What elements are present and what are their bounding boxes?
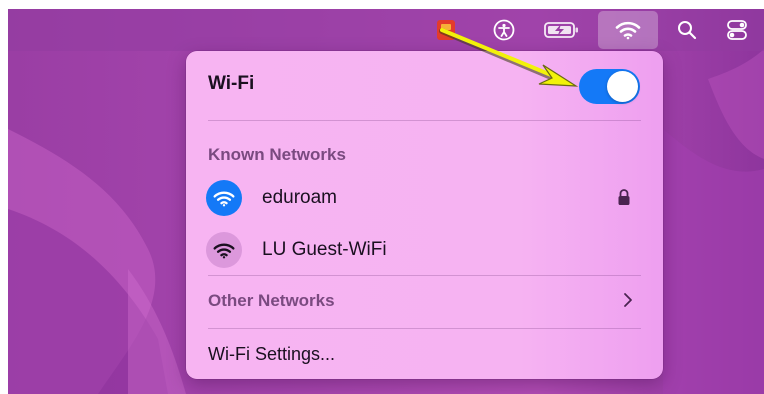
wifi-settings-label: Wi-Fi Settings... <box>208 344 336 364</box>
network-name: eduroam <box>262 187 337 208</box>
network-item-lu-guest-wifi[interactable]: LU Guest-WiFi <box>198 227 651 273</box>
wifi-menu-panel: Wi-Fi Known Networks eduroam LU Guest-Wi… <box>186 51 663 379</box>
wifi-settings-item[interactable]: Wi-Fi Settings... <box>198 334 651 374</box>
wifi-icon <box>206 180 242 216</box>
other-networks-label: Other Networks <box>208 291 335 310</box>
app-icon[interactable] <box>434 16 458 44</box>
control-center-icon[interactable] <box>724 16 750 44</box>
other-networks-item[interactable]: Other Networks <box>198 281 651 321</box>
wifi-panel-title: Wi-Fi <box>208 73 255 94</box>
divider <box>208 328 641 329</box>
chevron-right-icon <box>623 292 633 313</box>
menu-bar <box>8 9 764 51</box>
wifi-icon[interactable] <box>613 16 643 44</box>
known-networks-heading: Known Networks <box>208 145 346 164</box>
divider <box>208 275 641 276</box>
wifi-toggle[interactable] <box>579 69 640 104</box>
divider <box>208 120 641 121</box>
lock-icon <box>617 188 631 211</box>
search-icon[interactable] <box>674 16 700 44</box>
battery-charging-icon[interactable] <box>542 16 582 44</box>
wifi-toggle-knob <box>607 71 638 102</box>
accessibility-icon[interactable] <box>490 16 518 44</box>
wifi-icon <box>206 232 242 268</box>
network-item-eduroam[interactable]: eduroam <box>198 175 651 221</box>
screenshot-frame: Wi-Fi Known Networks eduroam LU Guest-Wi… <box>8 9 764 394</box>
network-name: LU Guest-WiFi <box>262 239 387 260</box>
